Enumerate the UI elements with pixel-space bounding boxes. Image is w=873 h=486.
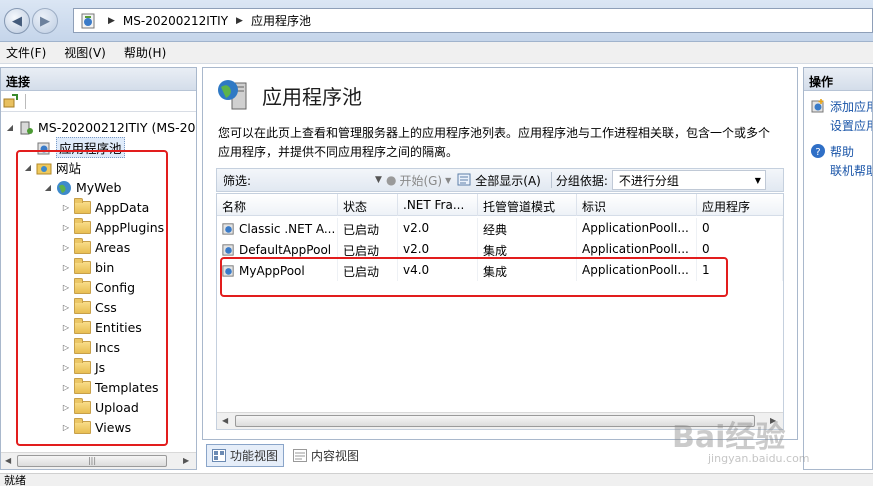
actions-header: 操作: [804, 68, 872, 91]
action-help[interactable]: ? 帮助 联机帮助: [810, 143, 872, 181]
highlight-box: [16, 150, 168, 446]
action-online-help[interactable]: 联机帮助: [830, 162, 872, 181]
scroll-left-icon[interactable]: ◀: [5, 456, 11, 465]
column-dotnet[interactable]: .NET Fra...: [398, 194, 478, 216]
app-pool-icon: [222, 223, 234, 235]
cell-applications: 0: [697, 218, 783, 239]
features-view-icon: [212, 448, 226, 462]
arrow-right-icon: ▶: [40, 13, 50, 29]
server-icon: [20, 121, 33, 134]
arrow-left-icon: ◀: [12, 13, 22, 29]
svg-text:?: ?: [815, 147, 820, 158]
address-bar: ◀ ▶ ▶ MS-20200212ITIY ▶ 应用程序池: [0, 0, 873, 42]
filter-input[interactable]: [255, 171, 376, 189]
go-icon: ●: [385, 173, 397, 187]
menu-help[interactable]: 帮助(H): [124, 44, 166, 61]
connections-header: 连接: [1, 68, 196, 91]
cell-pipeline: 经典: [478, 218, 577, 239]
show-all-button[interactable]: 全部显示(A): [457, 172, 541, 189]
connections-toolbar: [1, 91, 196, 112]
highlight-box: [220, 257, 728, 297]
add-pool-icon: [811, 99, 824, 113]
page-description: 您可以在此页上查看和管理服务器上的应用程序池列表。应用程序池与工作进程相关联，包…: [218, 126, 771, 159]
iis-page-icon: [81, 13, 95, 28]
connect-icon[interactable]: [3, 93, 19, 109]
page-title: 应用程序池: [262, 85, 362, 109]
tree-node-server[interactable]: ◢ MS-20200212ITIY (MS-202: [5, 118, 196, 137]
breadcrumb-separator-icon: ▶: [108, 15, 115, 26]
action-set-defaults[interactable]: 设置应用: [830, 117, 872, 136]
table-row[interactable]: Classic .NET A... 已启动 v2.0 经典 ApplicationPoo…: [217, 218, 783, 239]
breadcrumb-app-pools[interactable]: 应用程序池: [251, 12, 311, 29]
table-header: 名称 状态 .NET Fra... 托管管道模式 标识 应用程序: [217, 194, 783, 216]
menu-bar: 文件(F) 视图(V) 帮助(H): [0, 42, 873, 64]
status-bar: 就绪: [0, 473, 873, 486]
menu-file[interactable]: 文件(F): [6, 44, 46, 61]
column-applications[interactable]: 应用程序: [697, 194, 783, 216]
dropdown-arrow-icon[interactable]: ▼: [375, 175, 382, 185]
content-view-icon: [293, 448, 308, 462]
app-pools-table: 名称 状态 .NET Fra... 托管管道模式 标识 应用程序 Classic…: [216, 193, 784, 430]
app-pool-large-icon: [218, 80, 247, 110]
filter-label: 筛选:: [223, 173, 252, 188]
column-pipeline[interactable]: 托管管道模式: [478, 194, 577, 216]
breadcrumb[interactable]: ▶ MS-20200212ITIY ▶ 应用程序池: [73, 8, 873, 33]
scroll-right-icon[interactable]: ▶: [183, 456, 189, 465]
breadcrumb-separator-icon: ▶: [236, 15, 243, 26]
start-button[interactable]: ● 开始(G) ▼: [386, 172, 451, 189]
actions-pane: 操作 添加应用 设置应用 ? 帮助 联机帮助: [803, 67, 873, 470]
dropdown-arrow-icon: ▼: [754, 175, 761, 185]
filter-toolbar: 筛选: ▼ ● 开始(G) ▼ 全部显示(A) 分组依据: 不进行分组 ▼: [216, 168, 784, 192]
column-identity[interactable]: 标识: [577, 194, 697, 216]
help-icon: ?: [811, 144, 825, 158]
scrollbar-thumb[interactable]: |||: [17, 455, 167, 467]
collapse-icon[interactable]: ◢: [5, 123, 15, 132]
watermark-url: jingyan.baidu.com: [708, 452, 810, 465]
cell-status: 已启动: [338, 218, 398, 239]
cell-name: Classic .NET A...: [217, 218, 338, 239]
cell-identity: ApplicationPoolI...: [577, 218, 697, 239]
breadcrumb-server[interactable]: MS-20200212ITIY: [123, 14, 228, 28]
tab-features-view[interactable]: 功能视图: [206, 443, 285, 467]
column-status[interactable]: 状态: [338, 194, 398, 216]
scroll-left-icon[interactable]: ◀: [222, 416, 228, 425]
column-name[interactable]: 名称: [217, 194, 338, 216]
dropdown-arrow-icon: ▼: [445, 175, 452, 185]
tree-server-label: MS-20200212ITIY (MS-202: [38, 120, 196, 135]
group-by-select[interactable]: 不进行分组 ▼: [611, 170, 766, 190]
app-pool-icon: [222, 244, 234, 256]
forward-button[interactable]: ▶: [32, 8, 58, 34]
menu-view[interactable]: 视图(V): [64, 44, 106, 61]
action-add-pool[interactable]: 添加应用 设置应用: [810, 98, 872, 136]
back-button[interactable]: ◀: [4, 8, 30, 34]
show-all-icon: [457, 173, 471, 186]
tab-content-view[interactable]: 内容视图: [288, 445, 364, 466]
group-by-label: 分组依据:: [555, 173, 608, 188]
cell-dotnet: v2.0: [398, 218, 478, 239]
watermark-logo: Bai经验: [672, 420, 786, 455]
connections-hscrollbar[interactable]: ◀ ||| ▶: [1, 452, 196, 469]
